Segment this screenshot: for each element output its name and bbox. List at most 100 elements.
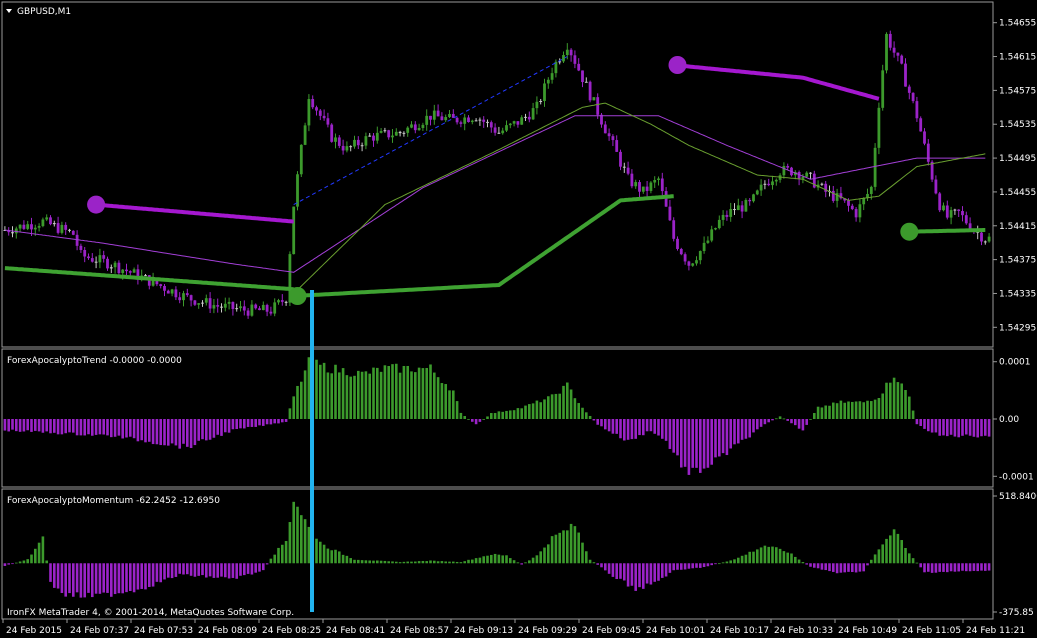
- axis-tick-label: 0.00: [999, 415, 1019, 425]
- trend-histogram-bar: [801, 419, 805, 431]
- candle-body: [892, 47, 896, 53]
- trend-histogram-bar: [619, 419, 622, 439]
- momentum-histogram-bar: [368, 560, 371, 564]
- momentum-histogram-bar: [702, 563, 706, 568]
- momentum-histogram-bar: [946, 563, 949, 573]
- trend-histogram-bar: [326, 372, 330, 419]
- momentum-histogram-bar: [83, 563, 86, 598]
- momentum-histogram-bar: [858, 563, 862, 572]
- trend-histogram-bar: [520, 408, 523, 419]
- trend-histogram-bar: [243, 419, 246, 429]
- trend-histogram-bar: [824, 405, 827, 419]
- trend-histogram-bar: [148, 419, 151, 442]
- candle-body: [182, 293, 185, 301]
- candle-body: [660, 178, 664, 192]
- candle-body: [869, 186, 873, 194]
- candle-body: [440, 116, 444, 121]
- copyright-text: IronFX MetaTrader 4, © 2001-2014, MetaQu…: [7, 608, 294, 618]
- candle-body: [565, 49, 569, 56]
- trend-histogram-bar: [178, 419, 181, 449]
- trend-histogram-bar: [300, 381, 303, 419]
- candle-body: [375, 132, 379, 141]
- candle-body: [668, 206, 672, 221]
- trend-histogram-bar: [896, 382, 900, 419]
- trend-histogram-bar: [843, 402, 846, 419]
- trend-histogram-bar: [683, 419, 687, 467]
- momentum-histogram-bar: [497, 554, 501, 564]
- buy-signal-marker[interactable]: [288, 287, 307, 305]
- candle-body: [592, 97, 596, 101]
- trend-histogram-bar: [756, 419, 759, 430]
- trend-histogram-bar: [91, 419, 94, 436]
- trend-histogram-bar: [467, 419, 470, 420]
- candle-body: [653, 179, 657, 183]
- momentum-histogram-bar: [110, 563, 113, 597]
- candle-body: [691, 263, 695, 266]
- candle-body: [41, 219, 45, 227]
- candle-body: [315, 107, 318, 111]
- candle-body: [710, 229, 714, 241]
- trend-histogram-bar: [626, 419, 630, 440]
- mt4-chart-window[interactable]: 1.54655 1.54615 1.54575 1.54535 1.54495 1.544…: [0, 0, 1037, 638]
- time-axis-label: 24 Feb 10:49: [838, 626, 897, 636]
- momentum-histogram-bar: [600, 563, 603, 568]
- candle-body: [489, 122, 493, 128]
- candle-body: [550, 73, 554, 80]
- trend-histogram-bar: [193, 419, 197, 446]
- momentum-histogram-bar: [91, 563, 94, 598]
- momentum-histogram-bar: [710, 563, 713, 566]
- trend-histogram-bar: [531, 403, 535, 419]
- trend-histogram-bar: [638, 419, 641, 436]
- candle-body: [174, 289, 178, 298]
- trend-histogram-bar: [459, 412, 463, 419]
- trend-histogram-bar: [201, 419, 204, 440]
- candle-body: [470, 120, 474, 123]
- momentum-histogram-bar: [562, 530, 565, 564]
- trend-histogram-bar: [509, 410, 512, 419]
- candle-body: [463, 117, 467, 124]
- buy-signal-marker[interactable]: [900, 222, 919, 241]
- trend-histogram-bar: [83, 419, 86, 436]
- axis-tick-label: 1.54295: [999, 323, 1036, 333]
- momentum-histogram-bar: [258, 563, 261, 572]
- sell-signal-marker[interactable]: [668, 56, 687, 74]
- momentum-histogram-bar: [463, 561, 466, 564]
- momentum-histogram-bar: [129, 563, 132, 591]
- candle-body: [436, 110, 440, 117]
- momentum-histogram-bar: [383, 560, 387, 564]
- candle-body: [330, 124, 334, 142]
- momentum-histogram-bar: [531, 557, 535, 564]
- candle-body: [33, 227, 37, 230]
- momentum-histogram-bar: [854, 563, 858, 573]
- momentum-histogram-bar: [961, 563, 964, 571]
- trend-histogram-bar: [930, 419, 934, 433]
- trend-histogram-bar: [151, 419, 155, 445]
- momentum-histogram-bar: [752, 551, 755, 564]
- trend-histogram-bar: [497, 411, 501, 419]
- momentum-histogram-bar: [132, 563, 136, 593]
- candle-body: [603, 124, 607, 134]
- trend-histogram-bar: [368, 373, 371, 419]
- trend-histogram-bar: [759, 419, 763, 427]
- candle-body: [577, 63, 581, 71]
- candle-body: [774, 179, 778, 182]
- trend-histogram-bar: [330, 373, 333, 419]
- sell-signal-marker[interactable]: [87, 195, 106, 214]
- momentum-histogram-bar: [547, 544, 550, 564]
- momentum-histogram-bar: [459, 562, 463, 564]
- momentum-histogram-bar: [870, 559, 873, 564]
- trend-histogram-bar: [915, 419, 919, 425]
- candle-body: [611, 136, 615, 141]
- trend-histogram-bar: [847, 401, 850, 419]
- candle-body: [953, 209, 957, 211]
- trend-histogram-bar: [558, 393, 561, 419]
- momentum-histogram-bar: [566, 530, 569, 564]
- momentum-histogram-bar: [448, 561, 451, 564]
- momentum-histogram-bar: [201, 563, 204, 576]
- momentum-histogram-bar: [953, 563, 957, 572]
- axis-tick-label: -375.85: [999, 608, 1034, 618]
- candle-body: [128, 271, 132, 273]
- momentum-histogram-bar: [174, 563, 178, 577]
- momentum-histogram-bar: [15, 562, 18, 564]
- momentum-histogram-bar: [478, 557, 482, 564]
